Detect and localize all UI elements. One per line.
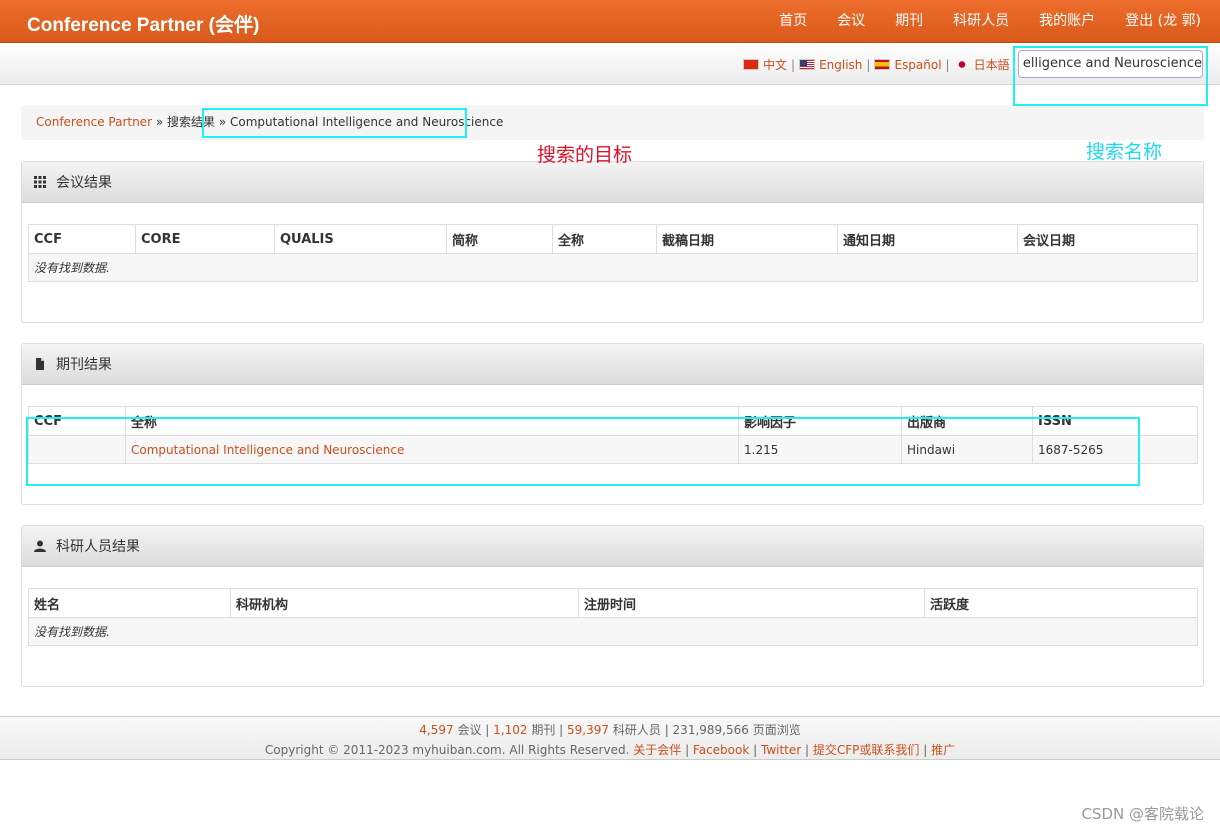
site-brand[interactable]: Conference Partner (会伴) [27, 10, 259, 37]
japan-flag-icon [953, 59, 970, 70]
nav-logout[interactable]: 登出 (龙 郭) [1110, 0, 1220, 43]
table-row: 没有找到数据. [28, 617, 1198, 646]
lang-separator: | [791, 57, 796, 72]
facebook-link[interactable]: Facebook [693, 743, 749, 757]
breadcrumb: Conference Partner » 搜索结果 » Computationa… [21, 105, 1204, 140]
language-switcher: 中文 | English | Español | 日本語 [743, 56, 1010, 73]
lang-separator: | [866, 57, 871, 72]
table-header-row: CCF CORE QUALIS 简称 全称 截稿日期 通知日期 会议日期 [28, 224, 1198, 254]
table-header-row: 姓名 科研机构 注册时间 活跃度 [28, 588, 1198, 618]
twitter-link[interactable]: Twitter [761, 743, 801, 757]
breadcrumb-home[interactable]: Conference Partner [36, 115, 152, 129]
column-header[interactable]: 通知日期 [837, 224, 1018, 254]
lang-english[interactable]: English [799, 58, 862, 72]
nav-conferences[interactable]: 会议 [822, 0, 880, 43]
lang-spanish[interactable]: Español [874, 57, 942, 72]
search-name-highlight [1013, 46, 1208, 106]
document-icon [34, 358, 46, 370]
conference-count-label: 会议 [457, 723, 482, 737]
researcher-count-label: 科研人员 [612, 723, 661, 737]
panel-title: 会议结果 [56, 175, 112, 191]
conference-results-panel: 会议结果 CCF CORE QUALIS 简称 全称 截稿日期 通知日期 会议日… [21, 161, 1204, 323]
watermark: CSDN @客院载论 [1081, 805, 1204, 823]
column-header[interactable]: 简称 [446, 224, 553, 254]
column-header[interactable]: 会议日期 [1017, 224, 1198, 254]
breadcrumb-separator: » [155, 115, 164, 129]
copyright-line: Copyright © 2011-2023 myhuiban.com. All … [264, 743, 956, 757]
conference-table: CCF CORE QUALIS 简称 全称 截稿日期 通知日期 会议日期 没有找… [28, 224, 1198, 282]
target-annotation: 搜索的目标 [537, 144, 633, 166]
lang-label: 中文 [763, 58, 788, 72]
empty-message: 没有找到数据. [28, 617, 1198, 646]
column-header[interactable]: 全称 [552, 224, 657, 254]
nav-home[interactable]: 首页 [764, 0, 822, 43]
panel-title: 期刊结果 [56, 357, 112, 373]
nav-journals[interactable]: 期刊 [880, 0, 938, 43]
lang-chinese[interactable]: 中文 [743, 56, 787, 73]
submit-cfp-link[interactable]: 提交CFP或联系我们 [813, 743, 920, 757]
about-link[interactable]: 关于会伴 [633, 743, 681, 757]
site-stats: 4,597 会议 | 1,102 期刊 | 59,397 科研人员 | 231,… [419, 723, 801, 737]
page-views: 231,989,566 页面浏览 [672, 723, 801, 737]
promotion-link[interactable]: 推广 [931, 743, 955, 757]
user-icon [34, 540, 46, 552]
lang-label: Español [894, 57, 942, 72]
researcher-table: 姓名 科研机构 注册时间 活跃度 没有找到数据. [28, 588, 1198, 646]
lang-label: 日本語 [973, 58, 1010, 72]
target-highlight [202, 108, 467, 138]
result-row-highlight [26, 417, 1140, 486]
column-header[interactable]: QUALIS [274, 224, 447, 254]
column-header[interactable]: CCF [28, 224, 136, 254]
column-header[interactable]: 注册时间 [578, 588, 925, 618]
top-navbar: Conference Partner (会伴) 首页 会议 期刊 科研人员 我的… [0, 0, 1220, 43]
journal-count-label: 期刊 [531, 723, 556, 737]
search-name-annotation: 搜索名称 [1086, 141, 1163, 163]
lang-label: English [819, 57, 863, 72]
nav-my-account[interactable]: 我的账户 [1024, 0, 1110, 43]
nav-researchers[interactable]: 科研人员 [938, 0, 1024, 43]
panel-header: 会议结果 [22, 162, 1203, 203]
researcher-count-link[interactable]: 59,397 [567, 723, 609, 737]
panel-title: 科研人员结果 [56, 539, 140, 555]
empty-message: 没有找到数据. [28, 253, 1198, 282]
lang-separator: | [945, 57, 950, 72]
column-header[interactable]: 科研机构 [230, 588, 579, 618]
china-flag-icon [743, 59, 759, 70]
journal-count-link[interactable]: 1,102 [493, 723, 527, 737]
lang-japanese[interactable]: 日本語 [953, 56, 1010, 73]
table-row: 没有找到数据. [28, 253, 1198, 282]
copyright-text: Copyright © 2011-2023 myhuiban.com. All … [264, 743, 630, 757]
us-flag-icon [799, 59, 816, 70]
column-header[interactable]: 活跃度 [924, 588, 1198, 618]
column-header[interactable]: CORE [135, 224, 275, 254]
researcher-results-panel: 科研人员结果 姓名 科研机构 注册时间 活跃度 没有找到数据. [21, 525, 1204, 687]
grid-icon [34, 176, 46, 188]
column-header[interactable]: 姓名 [28, 588, 231, 618]
main-nav: 首页 会议 期刊 科研人员 我的账户 登出 (龙 郭) [764, 0, 1220, 43]
spain-flag-icon [874, 59, 891, 70]
column-header[interactable]: 截稿日期 [656, 224, 838, 254]
footer: 4,597 会议 | 1,102 期刊 | 59,397 科研人员 | 231,… [0, 716, 1220, 760]
conference-count-link[interactable]: 4,597 [419, 723, 453, 737]
panel-header: 期刊结果 [22, 344, 1203, 385]
panel-header: 科研人员结果 [22, 526, 1203, 567]
